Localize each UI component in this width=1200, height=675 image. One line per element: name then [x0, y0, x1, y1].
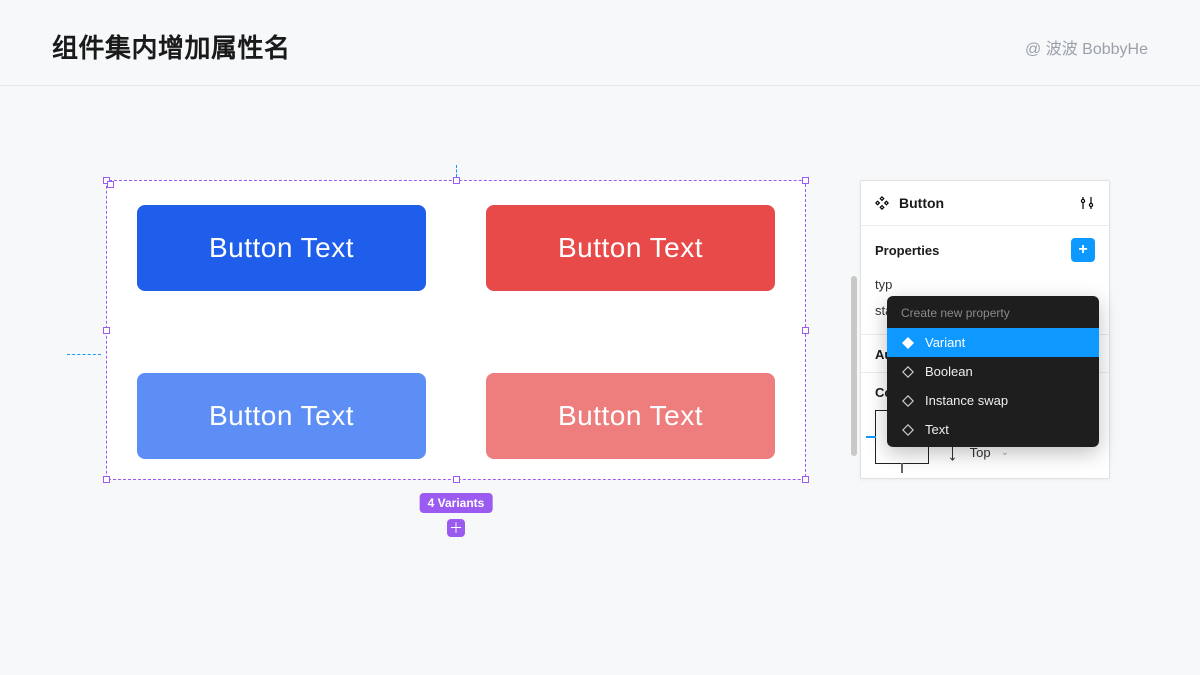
variant-button-danger-default[interactable]: Button Text	[486, 205, 775, 291]
plus-icon: ＋	[449, 521, 463, 535]
dropdown-item-label: Boolean	[925, 364, 973, 379]
variant-button-danger-light[interactable]: Button Text	[486, 373, 775, 459]
component-set-icon	[875, 196, 889, 210]
property-row[interactable]: typ	[875, 272, 1095, 298]
dropdown-item-boolean[interactable]: Boolean	[887, 357, 1099, 386]
dropdown-item-label: Text	[925, 422, 949, 437]
boolean-icon	[901, 365, 915, 379]
resize-handle[interactable]	[802, 327, 809, 334]
dropdown-item-label: Instance swap	[925, 393, 1008, 408]
plus-icon: +	[1078, 241, 1087, 259]
alignment-guide-vertical	[456, 165, 457, 177]
resize-handle[interactable]	[103, 327, 110, 334]
resize-handle[interactable]	[453, 177, 460, 184]
create-property-dropdown: Create new property Variant Boolean Inst…	[887, 296, 1099, 447]
resize-handle[interactable]	[802, 476, 809, 483]
dropdown-item-instance-swap[interactable]: Instance swap	[887, 386, 1099, 415]
alignment-guide-horizontal	[67, 354, 101, 355]
component-set-frame[interactable]: Button Text Button Text Button Text Butt…	[106, 180, 806, 480]
panel-scrollbar[interactable]	[851, 276, 857, 456]
constraint-pin-bottom	[901, 463, 903, 473]
properties-panel: Button Properties + typ sta Au Co	[860, 180, 1110, 479]
variants-count-badge: 4 Variants	[420, 493, 493, 513]
add-variant-button[interactable]: ＋	[447, 519, 465, 537]
resize-handle[interactable]	[802, 177, 809, 184]
resize-handle[interactable]	[103, 177, 110, 184]
chevron-down-icon: ⌄	[1001, 447, 1009, 458]
page-title: 组件集内增加属性名	[52, 28, 291, 65]
variant-icon	[901, 336, 915, 350]
text-icon	[901, 423, 915, 437]
constraint-pin-left	[866, 436, 876, 438]
dropdown-item-label: Variant	[925, 335, 965, 350]
dropdown-title: Create new property	[887, 296, 1099, 328]
variant-button-primary-light[interactable]: Button Text	[137, 373, 426, 459]
properties-heading: Properties	[875, 243, 939, 258]
instance-swap-icon	[901, 394, 915, 408]
resize-handle[interactable]	[453, 476, 460, 483]
dropdown-item-variant[interactable]: Variant	[887, 328, 1099, 357]
add-property-button[interactable]: +	[1071, 238, 1095, 262]
adjust-icon[interactable]	[1079, 195, 1095, 211]
panel-header: Button	[861, 181, 1109, 226]
dropdown-item-text[interactable]: Text	[887, 415, 1099, 447]
variant-button-primary-default[interactable]: Button Text	[137, 205, 426, 291]
resize-handle[interactable]	[103, 476, 110, 483]
author-credit: @ 波波 BobbyHe	[1025, 35, 1148, 59]
component-name-label: Button	[899, 195, 944, 211]
